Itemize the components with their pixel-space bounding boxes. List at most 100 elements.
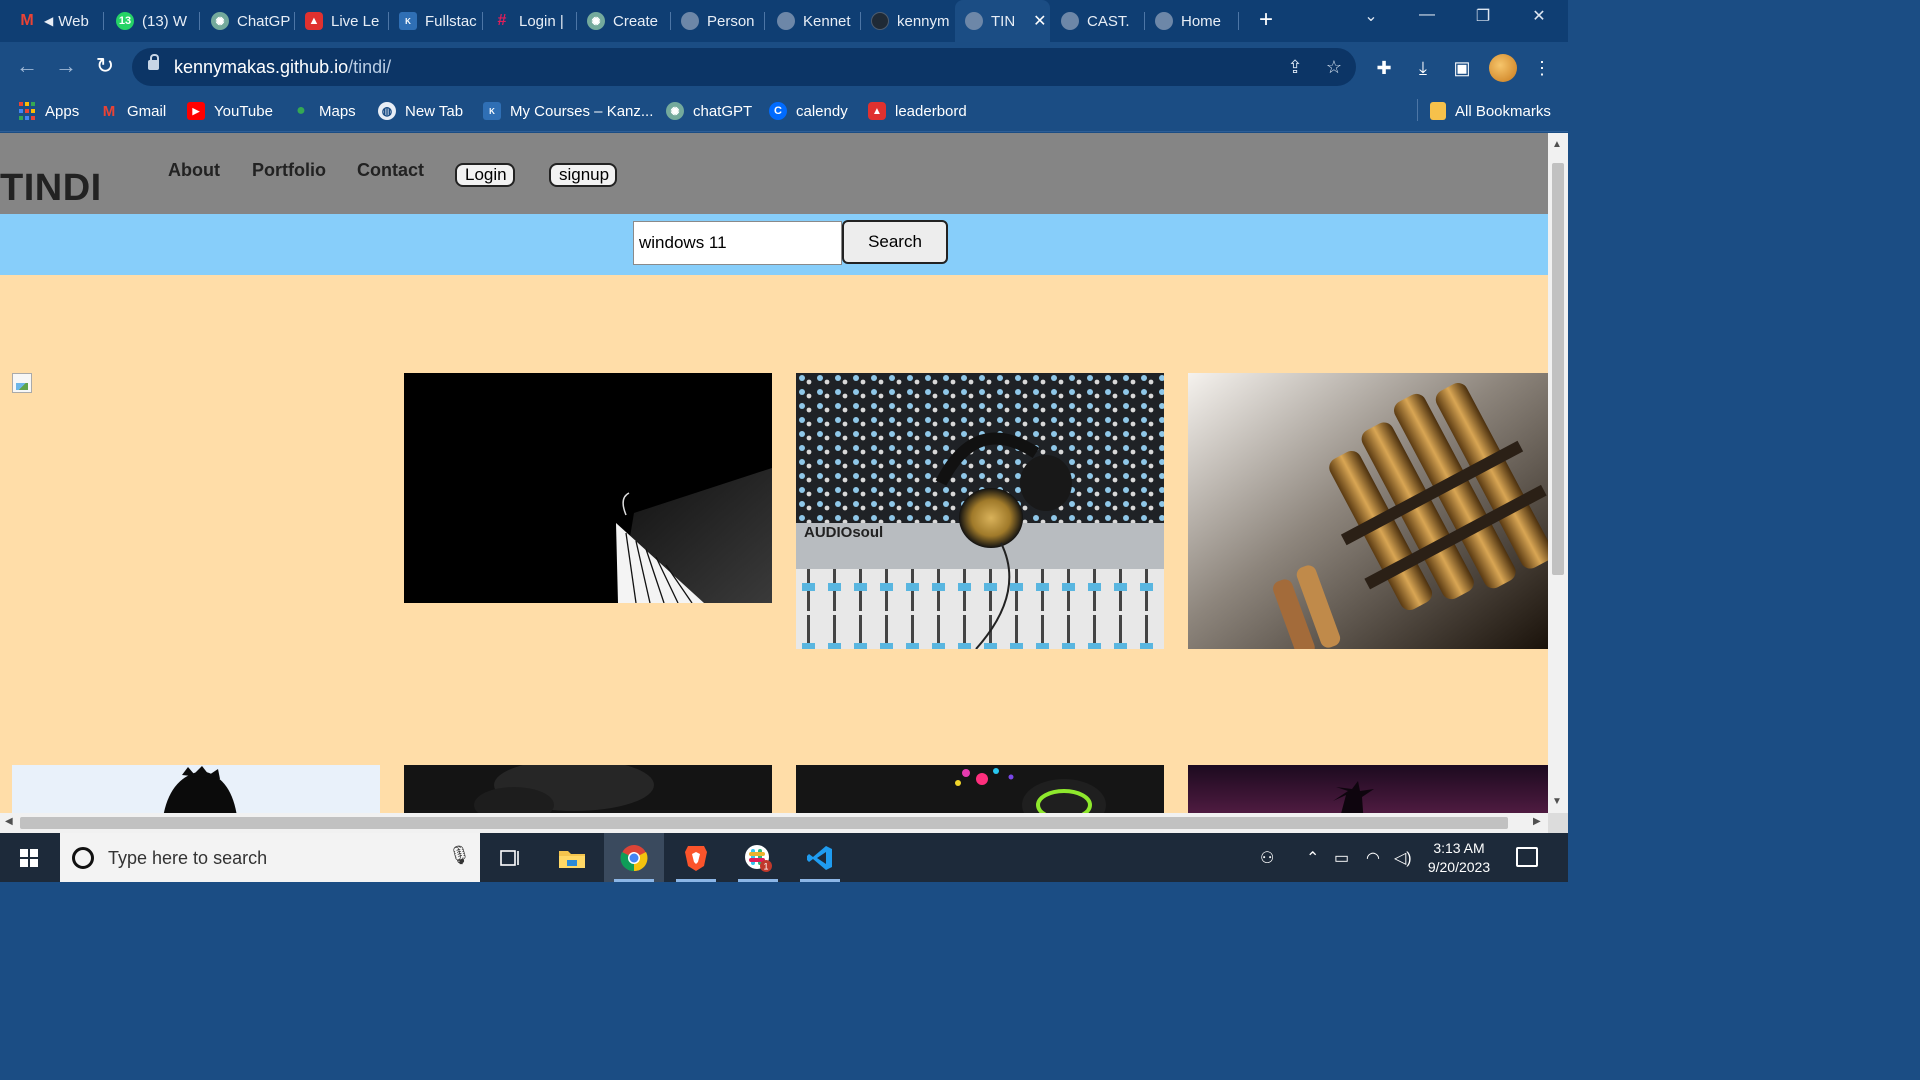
minimize-button[interactable]: — xyxy=(1412,6,1442,24)
globe-icon xyxy=(1061,12,1079,30)
tab-slack-login[interactable]: # Login | xyxy=(493,6,577,36)
gallery-image-purple-sunset[interactable] xyxy=(1188,765,1548,813)
horizontal-scrollbar[interactable]: ◀ ▶ xyxy=(0,813,1548,833)
slack-icon[interactable]: 1 xyxy=(728,833,788,882)
chatgpt-icon: ✺ xyxy=(211,12,229,30)
bookmark-gmail[interactable]: M Gmail xyxy=(100,100,166,122)
live-icon: ▲ xyxy=(305,12,323,30)
site-logo[interactable]: TINDI xyxy=(0,167,102,210)
vscode-icon[interactable] xyxy=(790,833,850,882)
search-input[interactable]: windows 11 xyxy=(633,221,842,265)
tab-kenneth[interactable]: Kennet xyxy=(777,6,861,36)
bookmark-maps[interactable]: ● Maps xyxy=(292,100,356,122)
gallery-image-dark-scene[interactable] xyxy=(404,765,772,813)
tab-gmail[interactable]: M ◀ Web xyxy=(18,6,104,36)
tab-chatgpt[interactable]: ✺ ChatGP xyxy=(211,6,295,36)
scrollbar-corner xyxy=(1548,813,1568,833)
close-window-button[interactable]: ✕ xyxy=(1524,6,1554,26)
globe-icon xyxy=(681,12,699,30)
taskbar-search-box[interactable]: Type here to search 🎙 xyxy=(60,833,480,882)
task-view-icon[interactable] xyxy=(480,833,540,882)
nav-about-link[interactable]: About xyxy=(168,160,220,181)
chrome-icon[interactable] xyxy=(604,833,664,882)
signup-button[interactable]: signup xyxy=(549,163,617,187)
search-button[interactable]: Search xyxy=(842,220,948,264)
address-bar[interactable]: kennymakas.github.io/tindi/ ⇪ ☆ xyxy=(132,48,1356,86)
vertical-scroll-thumb[interactable] xyxy=(1552,163,1564,575)
github-icon xyxy=(871,12,889,30)
forward-button[interactable]: → xyxy=(53,54,79,80)
tab-live[interactable]: ▲ Live Le xyxy=(305,6,389,36)
scroll-right-arrow-icon[interactable]: ▶ xyxy=(1533,816,1541,827)
download-icon[interactable]: ⤓ xyxy=(1411,56,1435,80)
tab-github[interactable]: kennym xyxy=(871,6,949,36)
tab-fullstack[interactable]: K Fullstac xyxy=(399,6,483,36)
tab-home[interactable]: Home xyxy=(1155,6,1239,36)
nav-portfolio-link[interactable]: Portfolio xyxy=(252,160,326,181)
gallery-image-silhouette[interactable] xyxy=(12,765,380,813)
reload-button[interactable]: ↻ xyxy=(92,54,118,80)
gallery-image-neon-headphones[interactable] xyxy=(796,765,1164,813)
bookmark-label: Maps xyxy=(319,102,356,120)
gallery-image-piano[interactable] xyxy=(404,373,772,603)
leaderboard-icon: ▲ xyxy=(868,102,886,120)
url-text[interactable]: kennymakas.github.io/tindi/ xyxy=(174,57,391,78)
gallery-image-audio-mixer[interactable]: AUDIOsoul xyxy=(796,373,1164,649)
speaker-icon: ◀ xyxy=(44,14,54,28)
new-tab-button[interactable]: + xyxy=(1254,7,1278,33)
horizontal-scroll-thumb[interactable] xyxy=(20,817,1508,829)
tab-label: TIN xyxy=(991,12,1016,30)
bookmark-label: chatGPT xyxy=(693,102,753,120)
restore-button[interactable]: ❐ xyxy=(1468,6,1498,26)
notification-center-icon[interactable] xyxy=(1516,847,1538,867)
tab-create[interactable]: ✺ Create xyxy=(587,6,671,36)
bookmark-apps[interactable]: Apps xyxy=(18,100,79,122)
nav-contact-link[interactable]: Contact xyxy=(357,160,424,181)
microphone-icon[interactable]: 🎙 xyxy=(448,845,471,866)
tab-person[interactable]: Person xyxy=(681,6,765,36)
wifi-icon[interactable]: ◠ xyxy=(1366,848,1380,868)
tab-search-icon[interactable]: ⌄ xyxy=(1356,6,1386,26)
menu-kebab-icon[interactable]: ⋮ xyxy=(1530,56,1554,80)
all-bookmarks-folder[interactable]: All Bookmarks xyxy=(1430,100,1551,122)
windows-start-icon[interactable] xyxy=(20,849,38,867)
share-icon[interactable]: ⇪ xyxy=(1284,56,1306,78)
globe-icon xyxy=(777,12,795,30)
lock-icon xyxy=(148,54,159,70)
tab-whatsapp[interactable]: 13 (13) W xyxy=(116,6,200,36)
broken-image-icon[interactable] xyxy=(12,373,32,393)
battery-icon[interactable]: ▭ xyxy=(1334,848,1349,868)
bookmark-label: leaderbord xyxy=(895,102,967,120)
login-button[interactable]: Login xyxy=(455,163,515,187)
scroll-up-arrow-icon[interactable]: ▲ xyxy=(1552,139,1562,150)
vertical-scrollbar[interactable]: ▲ ▼ xyxy=(1548,133,1568,813)
extensions-icon[interactable]: ✚ xyxy=(1372,56,1396,80)
show-hidden-icons-chevron[interactable]: ⌃ xyxy=(1306,848,1319,868)
gallery-image-bullets[interactable] xyxy=(1188,373,1548,649)
people-icon[interactable]: ⚇ xyxy=(1260,848,1274,868)
side-panel-icon[interactable]: ▣ xyxy=(1450,56,1474,80)
bookmark-star-icon[interactable]: ☆ xyxy=(1323,56,1345,78)
back-button[interactable]: ← xyxy=(14,54,40,80)
profile-avatar[interactable] xyxy=(1489,54,1517,82)
tab-tindi-active[interactable]: TIN ✕ xyxy=(955,0,1050,42)
piano-image xyxy=(404,373,772,603)
taskbar-clock[interactable]: 3:13 AM 9/20/2023 xyxy=(1424,839,1494,877)
bookmark-calendy[interactable]: C calendy xyxy=(769,100,848,122)
bookmark-new-tab[interactable]: ◍ New Tab xyxy=(378,100,463,122)
tab-cast[interactable]: CAST. xyxy=(1061,6,1145,36)
scroll-down-arrow-icon[interactable]: ▼ xyxy=(1552,796,1562,807)
bookmark-youtube[interactable]: ▶ YouTube xyxy=(187,100,273,122)
brave-icon[interactable] xyxy=(666,833,726,882)
close-tab-icon[interactable]: ✕ xyxy=(1033,11,1046,31)
chatgpt-icon: ✺ xyxy=(587,12,605,30)
bookmark-label: Gmail xyxy=(127,102,167,120)
file-explorer-icon[interactable] xyxy=(542,833,602,882)
bookmark-my-courses[interactable]: K My Courses – Kanz... xyxy=(483,100,653,122)
scroll-left-arrow-icon[interactable]: ◀ xyxy=(5,816,13,827)
bookmark-chatgpt[interactable]: ✺ chatGPT xyxy=(666,100,752,122)
page-viewport: TINDI About Portfolio Contact Login sign… xyxy=(0,133,1548,813)
volume-icon[interactable]: ◁) xyxy=(1394,848,1412,868)
bookmark-leaderbord[interactable]: ▲ leaderbord xyxy=(868,100,967,122)
tab-label: Live Le xyxy=(331,12,380,30)
